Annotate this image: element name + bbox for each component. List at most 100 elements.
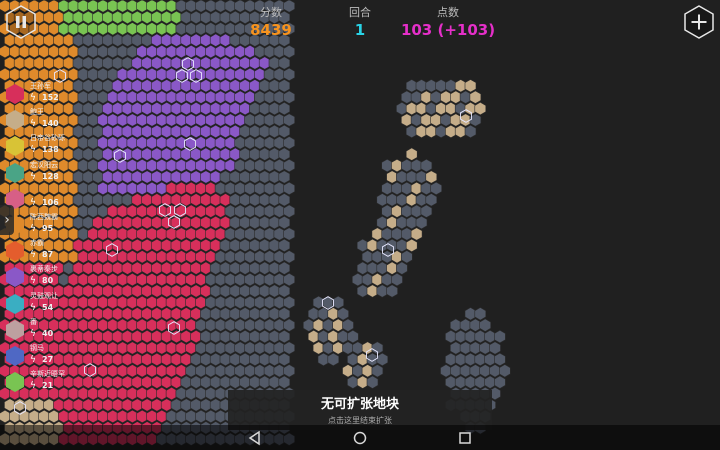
- hex-tile[interactable]: [249, 170, 261, 184]
- hex-tile[interactable]: [371, 272, 384, 287]
- hex-tile[interactable]: [195, 250, 207, 264]
- hex-tile[interactable]: [136, 67, 148, 82]
- hex-tile[interactable]: [136, 136, 148, 150]
- hex-tile[interactable]: [474, 307, 487, 321]
- hex-tile[interactable]: [209, 33, 222, 47]
- hex-tile[interactable]: [121, 307, 134, 321]
- hex-tile[interactable]: [224, 113, 237, 127]
- hex-tile[interactable]: [0, 409, 11, 424]
- hex-tile[interactable]: [92, 352, 104, 367]
- hex-tile[interactable]: [224, 364, 237, 378]
- hex-tile[interactable]: [254, 272, 266, 287]
- hex-tile[interactable]: [116, 204, 129, 218]
- hex-tile[interactable]: [185, 158, 197, 173]
- hex-tile[interactable]: [102, 284, 114, 298]
- hex-tile[interactable]: [234, 90, 246, 104]
- hex-tile[interactable]: [165, 409, 178, 424]
- hex-tile[interactable]: [400, 90, 413, 104]
- hex-tile[interactable]: [268, 170, 281, 184]
- hex-tile[interactable]: [175, 272, 188, 287]
- hex-tile[interactable]: [82, 10, 95, 25]
- hex-tile[interactable]: [102, 10, 114, 25]
- hex-tile[interactable]: [224, 44, 237, 59]
- hex-tile[interactable]: [327, 352, 340, 367]
- hex-tile[interactable]: [205, 295, 217, 310]
- hex-tile[interactable]: [102, 375, 114, 389]
- hex-tile[interactable]: [283, 90, 296, 104]
- hex-tile[interactable]: [175, 158, 188, 173]
- hex-tile[interactable]: [62, 56, 75, 70]
- hex-tile[interactable]: [107, 409, 119, 424]
- hex-tile[interactable]: [82, 56, 95, 70]
- hex-tile[interactable]: [151, 329, 163, 344]
- hex-tile[interactable]: [440, 90, 452, 104]
- hex-tile[interactable]: [97, 158, 109, 173]
- hex-tile[interactable]: [121, 33, 134, 47]
- hex-tile[interactable]: [381, 250, 394, 264]
- hex-tile[interactable]: [121, 352, 134, 367]
- hex-tile[interactable]: [131, 147, 144, 161]
- hex-tile[interactable]: [205, 113, 217, 127]
- hex-tile[interactable]: [214, 90, 227, 104]
- hex-tile[interactable]: [121, 238, 134, 253]
- hex-tile[interactable]: [111, 375, 124, 389]
- hex-tile[interactable]: [263, 136, 276, 150]
- hex-tile[interactable]: [121, 79, 134, 93]
- hex-tile[interactable]: [151, 284, 163, 298]
- hex-tile[interactable]: [107, 136, 119, 150]
- hex-tile[interactable]: [190, 79, 202, 93]
- hex-tile[interactable]: [219, 329, 232, 344]
- hex-tile[interactable]: [263, 318, 276, 332]
- hex-tile[interactable]: [219, 147, 232, 161]
- hex-tile[interactable]: [489, 341, 501, 355]
- hex-tile[interactable]: [386, 170, 398, 184]
- hex-tile[interactable]: [180, 352, 193, 367]
- hex-tile[interactable]: [102, 215, 114, 230]
- hex-tile[interactable]: [107, 272, 119, 287]
- hex-tile[interactable]: [209, 307, 222, 321]
- hex-tile[interactable]: [141, 79, 153, 93]
- hex-tile[interactable]: [180, 10, 193, 25]
- hex-tile[interactable]: [126, 227, 139, 241]
- hex-tile[interactable]: [87, 22, 99, 36]
- hex-tile[interactable]: [165, 272, 178, 287]
- hex-tile[interactable]: [111, 170, 124, 184]
- hex-tile[interactable]: [405, 147, 418, 161]
- hex-tile[interactable]: [87, 364, 99, 378]
- hex-tile[interactable]: [190, 193, 202, 207]
- hex-tile[interactable]: [273, 227, 286, 241]
- hex-tile[interactable]: [278, 375, 291, 389]
- hex-tile[interactable]: [126, 22, 139, 36]
- hex-tile[interactable]: [165, 364, 178, 378]
- hex-tile[interactable]: [136, 181, 148, 196]
- hex-tile[interactable]: [405, 79, 418, 93]
- hex-tile[interactable]: [273, 67, 286, 82]
- hex-tile[interactable]: [126, 250, 139, 264]
- hex-tile[interactable]: [131, 329, 144, 344]
- hex-tile[interactable]: [283, 295, 296, 310]
- pause-button[interactable]: [6, 5, 36, 39]
- hex-tile[interactable]: [249, 147, 261, 161]
- hex-tile[interactable]: [48, 22, 60, 36]
- hex-tile[interactable]: [209, 147, 222, 161]
- hex-tile[interactable]: [28, 409, 41, 424]
- hex-tile[interactable]: [141, 170, 153, 184]
- hex-tile[interactable]: [239, 329, 251, 344]
- hex-tile[interactable]: [141, 398, 153, 412]
- hex-tile[interactable]: [170, 10, 183, 25]
- hex-tile[interactable]: [160, 33, 173, 47]
- hex-tile[interactable]: [464, 307, 477, 321]
- hex-tile[interactable]: [224, 318, 237, 332]
- hex-tile[interactable]: [195, 272, 207, 287]
- hex-tile[interactable]: [366, 284, 379, 298]
- hex-tile[interactable]: [283, 318, 296, 332]
- hex-tile[interactable]: [464, 101, 477, 116]
- hex-tile[interactable]: [278, 79, 291, 93]
- hex-tile[interactable]: [205, 158, 217, 173]
- hex-tile[interactable]: [146, 0, 158, 13]
- hex-tile[interactable]: [126, 341, 139, 355]
- hex-tile[interactable]: [229, 375, 242, 389]
- hex-tile[interactable]: [200, 10, 212, 25]
- hex-tile[interactable]: [92, 147, 104, 161]
- hex-tile[interactable]: [92, 215, 104, 230]
